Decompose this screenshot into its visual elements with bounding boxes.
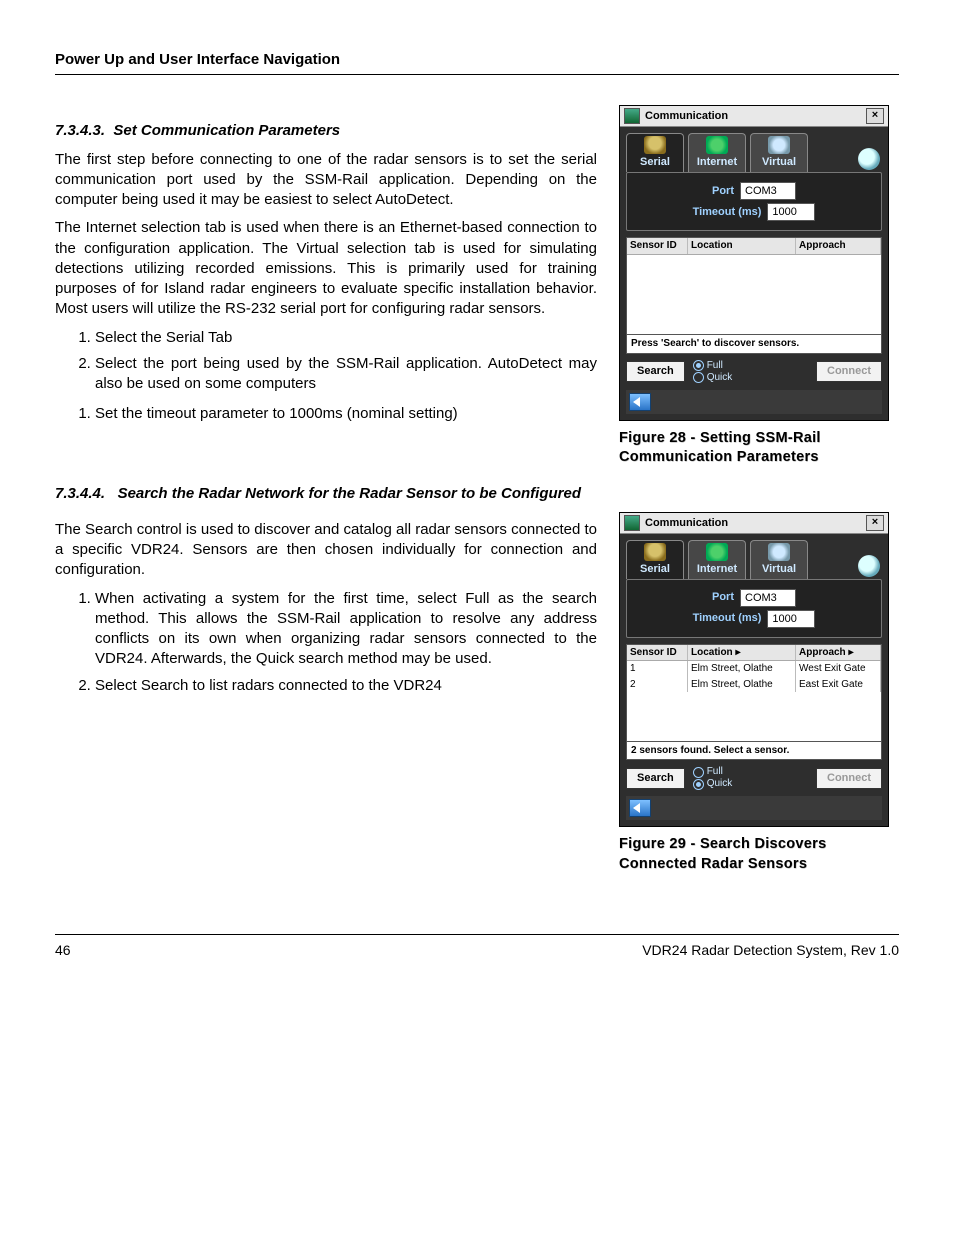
list-item: Set the timeout parameter to 1000ms (nom… bbox=[95, 404, 597, 424]
tab-label: Serial bbox=[640, 563, 670, 575]
serial-icon bbox=[644, 136, 666, 154]
tab-internet[interactable]: Internet bbox=[688, 133, 746, 172]
tab-label: Serial bbox=[640, 156, 670, 168]
virtual-icon bbox=[768, 136, 790, 154]
figure-caption-29: Figure 29 - Search Discovers Connected R… bbox=[619, 835, 899, 874]
section-num: 7.3.4.4. bbox=[55, 485, 105, 502]
sensor-table[interactable]: Sensor ID Location ▸ Approach ▸ 1 Elm St… bbox=[626, 644, 882, 742]
para: The first step before connecting to one … bbox=[55, 150, 597, 211]
connect-button[interactable]: Connect bbox=[816, 768, 882, 789]
para: The Search control is used to discover a… bbox=[55, 520, 597, 581]
communication-window-fig28: Communication × Serial Internet Virtual bbox=[619, 105, 889, 420]
sensor-table[interactable]: Sensor ID Location Approach bbox=[626, 237, 882, 335]
list-item: Select the port being used by the SSM-Ra… bbox=[95, 354, 597, 395]
timeout-input[interactable]: 1000 bbox=[767, 203, 815, 221]
cell-approach: West Exit Gate bbox=[796, 661, 881, 677]
radio-full-label: Full bbox=[707, 360, 723, 372]
back-button[interactable] bbox=[629, 799, 651, 817]
titlebar[interactable]: Communication × bbox=[620, 106, 888, 127]
col-sensor-id[interactable]: Sensor ID bbox=[627, 238, 688, 254]
magnifier-icon[interactable] bbox=[858, 148, 880, 170]
tab-serial[interactable]: Serial bbox=[626, 133, 684, 172]
tab-virtual[interactable]: Virtual bbox=[750, 540, 808, 579]
virtual-icon bbox=[768, 543, 790, 561]
internet-icon bbox=[706, 136, 728, 154]
doc-title: VDR24 Radar Detection System, Rev 1.0 bbox=[642, 941, 899, 960]
internet-icon bbox=[706, 543, 728, 561]
col-location[interactable]: Location ▸ bbox=[688, 645, 796, 661]
section-name: Search the Radar Network for the Radar S… bbox=[118, 485, 581, 502]
titlebar[interactable]: Communication × bbox=[620, 513, 888, 534]
page-number: 46 bbox=[55, 941, 71, 960]
col-sensor-id[interactable]: Sensor ID bbox=[627, 645, 688, 661]
tab-label: Virtual bbox=[762, 563, 796, 575]
search-button[interactable]: Search bbox=[626, 361, 685, 382]
section-name: Set Communication Parameters bbox=[113, 122, 340, 139]
serial-icon bbox=[644, 543, 666, 561]
back-button[interactable] bbox=[629, 393, 651, 411]
port-select[interactable]: COM3 bbox=[740, 182, 796, 200]
table-row[interactable]: 1 Elm Street, Olathe West Exit Gate bbox=[627, 661, 881, 677]
col-location[interactable]: Location bbox=[688, 238, 796, 254]
tab-serial[interactable]: Serial bbox=[626, 540, 684, 579]
port-select[interactable]: COM3 bbox=[740, 589, 796, 607]
radio-full[interactable] bbox=[693, 360, 704, 371]
close-icon[interactable]: × bbox=[866, 515, 884, 531]
radio-quick-label: Quick bbox=[707, 778, 733, 790]
section-title-7343: 7.3.4.3. Set Communication Parameters bbox=[55, 121, 597, 141]
tab-label: Internet bbox=[697, 563, 737, 575]
timeout-label: Timeout (ms) bbox=[693, 611, 762, 626]
app-icon bbox=[624, 108, 640, 124]
col-approach[interactable]: Approach bbox=[796, 238, 881, 254]
window-title: Communication bbox=[645, 516, 728, 531]
radio-quick-label: Quick bbox=[707, 372, 733, 384]
cell-sensor-id: 1 bbox=[627, 661, 688, 677]
close-icon[interactable]: × bbox=[866, 108, 884, 124]
list-item: Select Search to list radars connected t… bbox=[95, 676, 597, 696]
tab-internet[interactable]: Internet bbox=[688, 540, 746, 579]
timeout-input[interactable]: 1000 bbox=[767, 610, 815, 628]
cell-sensor-id: 2 bbox=[627, 677, 688, 693]
section-num: 7.3.4.3. bbox=[55, 122, 105, 139]
table-row[interactable]: 2 Elm Street, Olathe East Exit Gate bbox=[627, 677, 881, 693]
port-label: Port bbox=[712, 590, 734, 605]
para: The Internet selection tab is used when … bbox=[55, 218, 597, 319]
cell-approach: East Exit Gate bbox=[796, 677, 881, 693]
col-approach[interactable]: Approach ▸ bbox=[796, 645, 881, 661]
cell-location: Elm Street, Olathe bbox=[688, 677, 796, 693]
list-item: Select the Serial Tab bbox=[95, 328, 597, 348]
section-title-7344: 7.3.4.4. Search the Radar Network for th… bbox=[55, 484, 899, 504]
communication-window-fig29: Communication × Serial Internet Virtual bbox=[619, 512, 889, 827]
radio-quick[interactable] bbox=[693, 779, 704, 790]
tab-label: Virtual bbox=[762, 156, 796, 168]
port-label: Port bbox=[712, 184, 734, 199]
app-icon bbox=[624, 515, 640, 531]
timeout-label: Timeout (ms) bbox=[693, 205, 762, 220]
tab-virtual[interactable]: Virtual bbox=[750, 133, 808, 172]
tab-label: Internet bbox=[697, 156, 737, 168]
figure-caption-28: Figure 28 - Setting SSM-Rail Communicati… bbox=[619, 429, 899, 468]
radio-full-label: Full bbox=[707, 766, 723, 778]
radio-full[interactable] bbox=[693, 767, 704, 778]
magnifier-icon[interactable] bbox=[858, 555, 880, 577]
cell-location: Elm Street, Olathe bbox=[688, 661, 796, 677]
status-text: Press 'Search' to discover sensors. bbox=[626, 335, 882, 354]
list-item: When activating a system for the first t… bbox=[95, 589, 597, 670]
connect-button[interactable]: Connect bbox=[816, 361, 882, 382]
search-button[interactable]: Search bbox=[626, 768, 685, 789]
window-title: Communication bbox=[645, 109, 728, 124]
page-header: Power Up and User Interface Navigation bbox=[55, 50, 899, 75]
page-footer: 46 VDR24 Radar Detection System, Rev 1.0 bbox=[55, 934, 899, 960]
radio-quick[interactable] bbox=[693, 372, 704, 383]
status-text: 2 sensors found. Select a sensor. bbox=[626, 742, 882, 761]
